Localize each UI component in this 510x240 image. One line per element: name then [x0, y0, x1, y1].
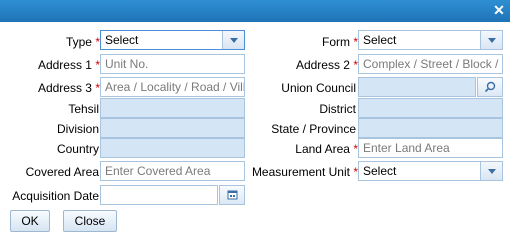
chevron-down-icon: [488, 169, 496, 174]
acquisition-date-input[interactable]: [100, 185, 218, 205]
chevron-down-icon: [230, 38, 238, 43]
union-council-search-button[interactable]: [477, 77, 503, 97]
address1-input[interactable]: Unit No.: [100, 54, 245, 74]
address1-label: Address 1 *: [37, 58, 100, 72]
ok-button[interactable]: OK: [10, 210, 50, 232]
form-label: Form *: [321, 35, 358, 49]
acquisition-date-picker-button[interactable]: [219, 185, 245, 205]
address3-label: Address 3 *: [37, 81, 100, 95]
district-field: [358, 98, 503, 118]
search-icon: [484, 81, 496, 93]
land-area-input[interactable]: Enter Land Area: [358, 138, 503, 158]
form-dropdown-button[interactable]: [480, 31, 502, 49]
type-label: Type *: [65, 35, 100, 49]
acquisition-date-label: Acquisition Date: [12, 189, 99, 203]
country-field: [100, 138, 245, 158]
union-council-label: Union Council: [281, 81, 356, 95]
type-select[interactable]: Select: [100, 30, 245, 50]
covered-area-input[interactable]: Enter Covered Area: [100, 161, 245, 181]
close-icon[interactable]: ✕: [492, 3, 506, 17]
chevron-down-icon: [488, 38, 496, 43]
type-dropdown-button[interactable]: [222, 31, 244, 49]
address3-input[interactable]: Area / Locality / Road / Villa: [100, 77, 245, 97]
measurement-unit-dropdown-button[interactable]: [480, 162, 502, 180]
state-province-label: State / Province: [271, 122, 356, 136]
state-province-field: [358, 118, 503, 138]
address2-input[interactable]: Complex / Street / Block / S: [358, 54, 503, 74]
union-council-field: [358, 77, 476, 97]
tehsil-label: Tehsil: [68, 102, 99, 116]
address2-label: Address 2 *: [295, 58, 358, 72]
land-area-label: Land Area *: [295, 142, 358, 156]
district-label: District: [319, 102, 356, 116]
form-select[interactable]: Select: [358, 30, 503, 50]
tehsil-field: [100, 98, 245, 118]
close-button[interactable]: Close: [63, 210, 117, 232]
country-label: Country: [56, 142, 99, 156]
measurement-unit-select[interactable]: Select: [358, 161, 503, 181]
dialog-title-bar: ✕: [0, 0, 510, 22]
division-field: [100, 118, 245, 138]
measurement-unit-label: Measurement Unit *: [251, 165, 358, 179]
covered-area-label: Covered Area: [25, 165, 99, 179]
calendar-icon: [227, 190, 238, 200]
division-label: Division: [56, 122, 99, 136]
